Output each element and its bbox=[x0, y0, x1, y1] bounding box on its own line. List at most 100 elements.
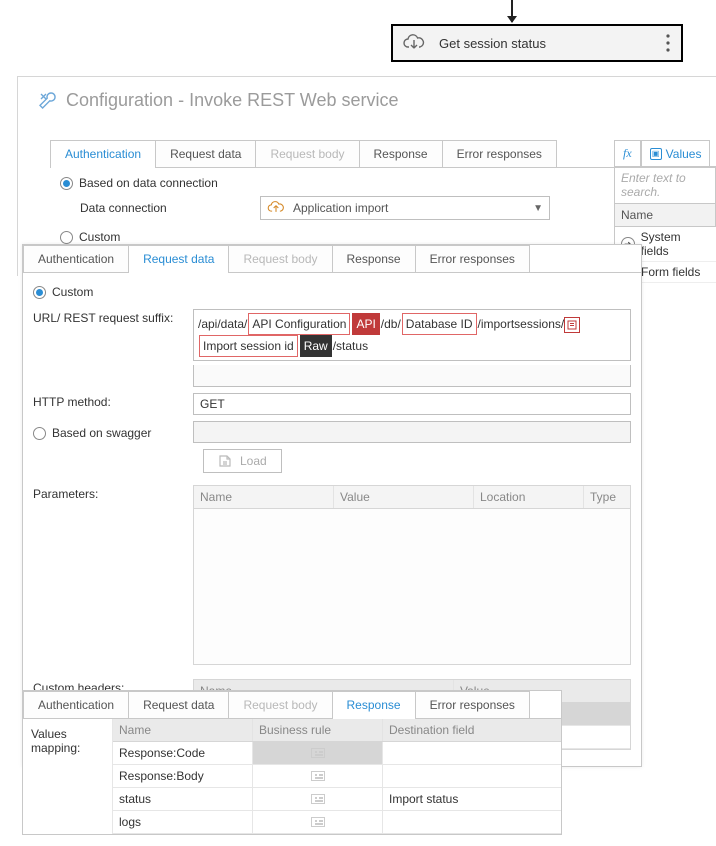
tab-response-p2[interactable]: Response bbox=[332, 245, 416, 272]
tab-authentication-p2[interactable]: Authentication bbox=[23, 245, 129, 272]
tab-request-body-p2[interactable]: Request body bbox=[228, 245, 332, 272]
wrench-icon bbox=[38, 91, 58, 111]
vm-dest-cell: Import status bbox=[383, 788, 561, 810]
load-row: Load bbox=[203, 449, 631, 473]
tab-error-responses-p2[interactable]: Error responses bbox=[415, 245, 530, 272]
business-rule-icon bbox=[311, 817, 325, 827]
vm-name-cell: Response:Code bbox=[113, 742, 253, 764]
col-type[interactable]: Type bbox=[584, 486, 630, 508]
panel2: Authentication Request data Request body… bbox=[22, 244, 642, 767]
business-rule-icon bbox=[311, 794, 325, 804]
col-vm-destination[interactable]: Destination field bbox=[383, 719, 561, 741]
tab-request-body-p3[interactable]: Request body bbox=[228, 691, 332, 718]
data-connection-select[interactable]: Application import ▼ bbox=[260, 196, 550, 220]
load-button[interactable]: Load bbox=[203, 449, 282, 473]
parameters-grid-head: Name Value Location Type bbox=[194, 486, 630, 509]
radio-custom-label-panel1: Custom bbox=[79, 230, 120, 244]
vm-rule-cell[interactable] bbox=[253, 765, 383, 787]
radio-custom-panel1[interactable] bbox=[60, 231, 73, 244]
tab-error-responses-p3[interactable]: Error responses bbox=[415, 691, 530, 718]
url-suffix-input[interactable]: /api/data/API ConfigurationAPI/db/Databa… bbox=[193, 309, 631, 361]
tab-request-data[interactable]: Request data bbox=[155, 140, 256, 167]
url-suffix-label: URL/ REST request suffix: bbox=[33, 309, 193, 325]
col-location[interactable]: Location bbox=[474, 486, 584, 508]
panel1-title-text: Configuration - Invoke REST Web service bbox=[66, 90, 398, 111]
parameters-grid: Name Value Location Type bbox=[193, 485, 631, 665]
tab-request-data-p3[interactable]: Request data bbox=[128, 691, 229, 718]
url-suffix-extra[interactable] bbox=[193, 365, 631, 387]
tab-request-body[interactable]: Request body bbox=[255, 140, 359, 167]
flow-node-get-session-status[interactable]: Get session status bbox=[391, 24, 683, 62]
side-search-input[interactable]: Enter text to search. bbox=[614, 167, 716, 204]
http-method-input[interactable]: GET bbox=[193, 393, 631, 415]
side-tab-fx[interactable]: fx bbox=[614, 140, 641, 166]
side-item-label: System fields bbox=[641, 230, 710, 258]
col-vm-business-rule[interactable]: Business rule bbox=[253, 719, 383, 741]
tag-raw[interactable]: Raw bbox=[300, 335, 332, 357]
parameters-row: Parameters: Name Value Location Type bbox=[33, 485, 631, 665]
url-suffix-row: URL/ REST request suffix: /api/data/API … bbox=[33, 309, 631, 387]
vm-dest-cell bbox=[383, 742, 561, 764]
tab-request-data-p2[interactable]: Request data bbox=[128, 245, 229, 272]
business-rule-icon bbox=[311, 748, 325, 758]
side-item-label: Form fields bbox=[641, 265, 700, 279]
radio-based-on-connection-label: Based on data connection bbox=[79, 176, 218, 190]
panel3-body: Values mapping: Name Business rule Desti… bbox=[23, 719, 561, 834]
variable-icon[interactable] bbox=[564, 317, 580, 333]
col-vm-name[interactable]: Name bbox=[113, 719, 253, 741]
values-icon: ▣ bbox=[650, 148, 662, 160]
radio-based-on-swagger[interactable] bbox=[33, 427, 46, 440]
url-text: /db/ bbox=[381, 317, 401, 331]
data-connection-value: Application import bbox=[293, 201, 388, 215]
panel3-tabstrip: Authentication Request data Request body… bbox=[23, 691, 561, 719]
swagger-label: Based on swagger bbox=[52, 426, 151, 440]
radio-custom-p2[interactable] bbox=[33, 286, 46, 299]
tag-api[interactable]: API bbox=[352, 313, 379, 335]
radio-based-on-connection[interactable] bbox=[60, 177, 73, 190]
side-list-header: Name bbox=[615, 204, 716, 227]
cloud-upload-icon bbox=[267, 201, 285, 215]
tag-import-session-id[interactable]: Import session id bbox=[199, 335, 298, 357]
tab-response[interactable]: Response bbox=[359, 140, 443, 167]
vm-rule-cell[interactable] bbox=[253, 742, 383, 764]
tab-response-p3[interactable]: Response bbox=[332, 691, 416, 718]
vm-row[interactable]: logs bbox=[113, 811, 561, 834]
values-mapping-label: Values mapping: bbox=[23, 719, 113, 834]
caret-down-icon: ▼ bbox=[533, 203, 543, 214]
values-mapping-grid: Name Business rule Destination field Res… bbox=[113, 719, 561, 834]
vm-row[interactable]: status Import status bbox=[113, 788, 561, 811]
vm-rule-cell[interactable] bbox=[253, 811, 383, 833]
tab-authentication[interactable]: Authentication bbox=[50, 140, 156, 167]
parameters-grid-body[interactable] bbox=[194, 509, 630, 664]
col-name[interactable]: Name bbox=[194, 486, 334, 508]
col-value[interactable]: Value bbox=[334, 486, 474, 508]
vm-name-cell: logs bbox=[113, 811, 253, 833]
side-tab-values-label: Values bbox=[666, 147, 702, 161]
tab-error-responses[interactable]: Error responses bbox=[442, 140, 557, 167]
cloud-download-icon bbox=[403, 34, 425, 52]
flow-arrow bbox=[511, 0, 513, 22]
url-text: /status bbox=[333, 339, 368, 353]
flow-node-label: Get session status bbox=[439, 36, 665, 51]
radio-custom-row-p2: Custom bbox=[33, 285, 631, 299]
vm-row[interactable]: Response:Code bbox=[113, 742, 561, 765]
vm-grid-head: Name Business rule Destination field bbox=[113, 719, 561, 742]
url-text: /api/data/ bbox=[198, 317, 247, 331]
panel1-title: Configuration - Invoke REST Web service bbox=[38, 90, 398, 111]
vm-rule-cell[interactable] bbox=[253, 788, 383, 810]
kebab-menu-icon[interactable] bbox=[665, 33, 671, 53]
vm-name-cell: status bbox=[113, 788, 253, 810]
tag-database-id[interactable]: Database ID bbox=[402, 313, 477, 335]
side-tabstrip: fx ▣ Values bbox=[614, 140, 716, 167]
parameters-label: Parameters: bbox=[33, 485, 193, 501]
business-rule-icon bbox=[311, 771, 325, 781]
swagger-row: Based on swagger bbox=[33, 421, 631, 443]
http-method-row: HTTP method: GET bbox=[33, 393, 631, 415]
vm-row[interactable]: Response:Body bbox=[113, 765, 561, 788]
panel3: Authentication Request data Request body… bbox=[22, 690, 562, 835]
tag-api-configuration[interactable]: API Configuration bbox=[248, 313, 350, 335]
tab-authentication-p3[interactable]: Authentication bbox=[23, 691, 129, 718]
data-connection-label: Data connection bbox=[80, 201, 240, 215]
side-tab-values[interactable]: ▣ Values bbox=[641, 140, 711, 166]
panel2-tabstrip: Authentication Request data Request body… bbox=[23, 245, 641, 273]
